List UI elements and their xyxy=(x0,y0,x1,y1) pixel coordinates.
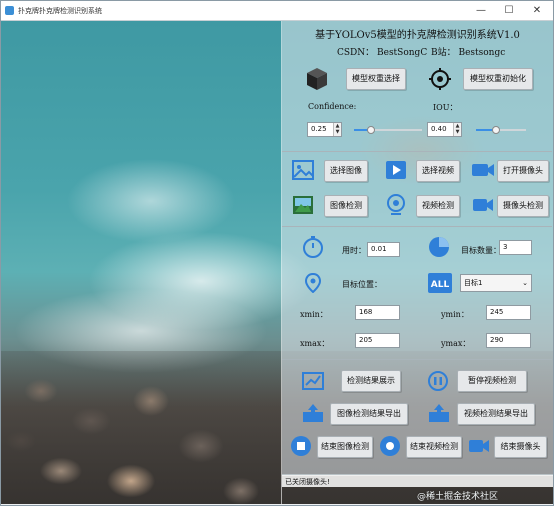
pause-video-button[interactable]: 暂停视频检测 xyxy=(457,370,527,392)
ymin-label: ymin： xyxy=(441,310,469,319)
iou-slider-handle[interactable] xyxy=(492,126,500,134)
confidence-spinbox[interactable]: 0.25 ▲ ▼ xyxy=(307,122,342,137)
select-image-button[interactable]: 选择图像 xyxy=(324,160,368,182)
bilibili-label: B站： Bestsongc xyxy=(431,48,506,58)
spin-arrows-icon[interactable]: ▲ ▼ xyxy=(333,123,341,136)
end-image-detect-button[interactable]: 结束图像检测 xyxy=(317,436,373,458)
ymax-label: ymax： xyxy=(441,339,471,348)
timer-icon xyxy=(303,236,323,258)
image-detect-button[interactable]: 图像检测 xyxy=(324,195,368,217)
csdn-label: CSDN： BestSongC xyxy=(337,48,428,58)
stop-camera-icon xyxy=(469,440,489,452)
iou-spinbox[interactable]: 0.40 ▲ ▼ xyxy=(427,122,462,137)
watermark: @稀土掘金技术社区 xyxy=(417,492,499,502)
camera-detect-icon xyxy=(473,199,493,211)
webcam-icon xyxy=(387,194,405,215)
model-cube-icon xyxy=(307,68,327,90)
target-select-value: 目标1 xyxy=(464,279,483,287)
iou-value: 0.40 xyxy=(431,125,447,133)
location-pin-icon xyxy=(305,273,321,293)
end-video-detect-button[interactable]: 结束视频检测 xyxy=(406,436,462,458)
image-detect-icon xyxy=(293,196,313,214)
open-camera-button[interactable]: 打开摄像头 xyxy=(497,160,549,182)
export-video-button[interactable]: 视频检测结果导出 xyxy=(457,403,535,425)
count-label: 目标数量： xyxy=(461,246,501,255)
status-bar: 已关闭摄像头! xyxy=(282,474,553,487)
target-select[interactable]: 目标1 ⌄ xyxy=(460,274,532,292)
time-label: 用时： xyxy=(342,246,366,255)
camera-detect-button[interactable]: 摄像头检测 xyxy=(497,195,549,217)
title-bar: 扑克牌扑克牌检测识别系统 — ☐ ✕ xyxy=(1,1,553,21)
select-weights-button[interactable]: 模型权重选择 xyxy=(346,68,406,90)
position-label: 目标位置： xyxy=(342,280,382,289)
target-crosshair-icon xyxy=(429,68,451,90)
section-divider xyxy=(282,151,552,152)
confidence-label: Confidence: xyxy=(308,102,357,111)
stop-video-icon xyxy=(380,436,400,456)
export-image-button[interactable]: 图像检测结果导出 xyxy=(330,403,408,425)
image-icon xyxy=(292,160,314,180)
end-camera-button[interactable]: 结束摄像头 xyxy=(494,436,547,458)
pause-icon xyxy=(428,371,448,391)
camera-open-icon xyxy=(472,164,494,176)
iou-label: IOU： xyxy=(433,103,458,112)
line-chart-icon xyxy=(302,372,324,390)
export-image-icon xyxy=(303,404,323,422)
xmax-label: xmax： xyxy=(300,339,330,348)
time-field[interactable]: 0.01 xyxy=(367,242,400,257)
xmin-field[interactable]: 168 xyxy=(355,305,400,320)
video-icon xyxy=(386,161,406,179)
export-video-icon xyxy=(429,404,449,422)
video-detect-button[interactable]: 视频检测 xyxy=(416,195,460,217)
section-divider xyxy=(282,359,552,360)
confidence-slider-handle[interactable] xyxy=(367,126,375,134)
status-message: 已关闭摄像头! xyxy=(285,478,330,486)
maximize-button[interactable]: ☐ xyxy=(495,3,523,18)
confidence-value: 0.25 xyxy=(311,125,327,133)
ymin-field[interactable]: 245 xyxy=(486,305,531,320)
stop-image-icon xyxy=(291,436,311,456)
all-targets-icon: ALL xyxy=(428,273,452,293)
svg-text:ALL: ALL xyxy=(431,280,450,290)
ymax-field[interactable]: 290 xyxy=(486,333,531,348)
pie-count-icon xyxy=(429,237,449,257)
select-video-button[interactable]: 选择视频 xyxy=(416,160,460,182)
xmin-label: xmin： xyxy=(300,310,328,319)
chevron-down-icon: ⌄ xyxy=(522,279,528,287)
close-button[interactable]: ✕ xyxy=(523,3,551,18)
spin-arrows-icon[interactable]: ▲ ▼ xyxy=(453,123,461,136)
app-icon xyxy=(5,6,14,15)
xmax-field[interactable]: 205 xyxy=(355,333,400,348)
minimize-button[interactable]: — xyxy=(467,3,495,18)
section-divider xyxy=(282,226,552,227)
app-heading: 基于YOLOv5模型的扑克牌检测识别系统V1.0 xyxy=(315,30,520,41)
show-results-button[interactable]: 检测结果展示 xyxy=(341,370,401,392)
init-weights-button[interactable]: 模型权重初始化 xyxy=(463,68,533,90)
count-field[interactable]: 3 xyxy=(499,240,532,255)
window-title: 扑克牌扑克牌检测识别系统 xyxy=(18,7,102,15)
